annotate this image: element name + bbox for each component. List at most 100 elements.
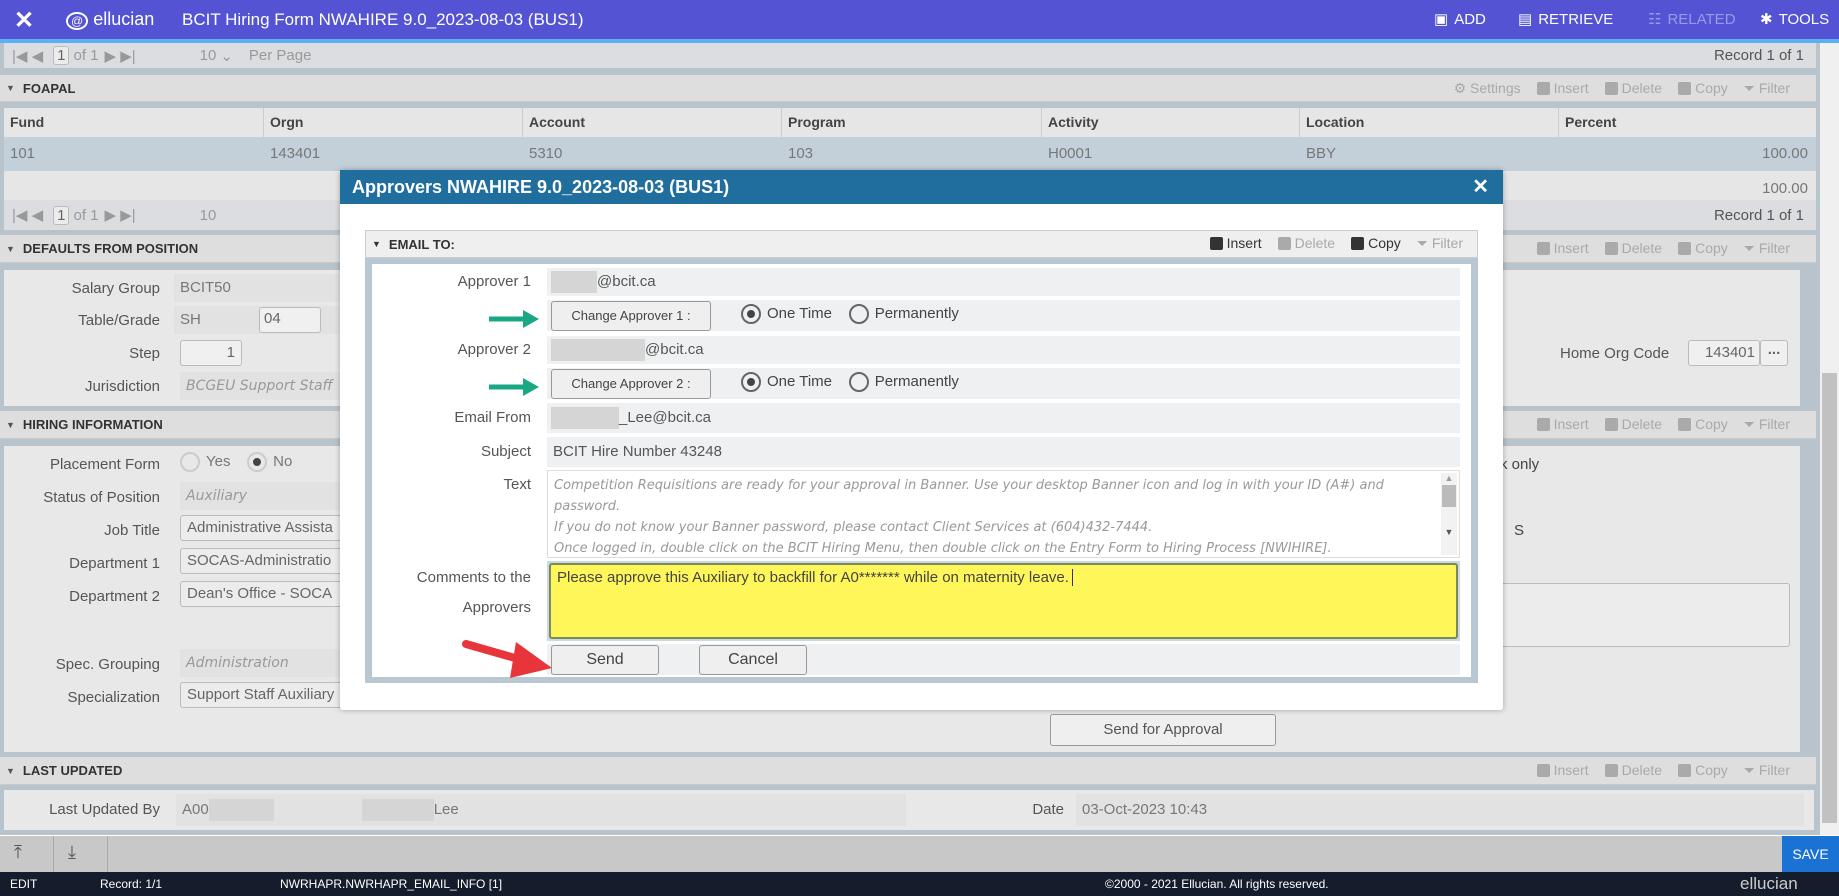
collapse-icon[interactable]: ▼ [372, 239, 381, 249]
home-org-input[interactable]: 143401 [1688, 340, 1760, 366]
permanently-radio[interactable] [848, 372, 869, 392]
filter-button[interactable]: ⏷ Filter [1744, 762, 1790, 779]
notes-textarea[interactable] [1500, 583, 1790, 647]
filter-button[interactable]: ⏷ Filter [1744, 416, 1790, 433]
copy-button[interactable]: Copy [1351, 235, 1401, 252]
block-name: NWRHAPR.NWRHAPR_EMAIL_INFO [1] [280, 877, 503, 891]
ellucian-logo: @ ellucian [66, 9, 154, 30]
copy-button[interactable]: Copy [1678, 240, 1728, 257]
first-record-icon[interactable]: ⤒ [14, 842, 22, 863]
text-textarea[interactable]: Competition Requisitions are ready for y… [547, 470, 1460, 558]
last-record-icon[interactable]: ⤓ [68, 842, 76, 863]
scroll-up-icon[interactable]: ▲ [1441, 473, 1457, 483]
yes-label: Yes [206, 452, 231, 470]
last-updated-section-header[interactable]: ▼ LAST UPDATED Insert Delete Copy ⏷ Filter [0, 757, 1816, 785]
comments-textarea[interactable]: Please approve this Auxiliary to backfil… [549, 563, 1458, 639]
one-time-radio[interactable] [741, 304, 761, 324]
email-to-header[interactable]: ▼ EMAIL TO: Insert Delete Copy ⏷ Filter [365, 230, 1478, 258]
per-page-label: Per Page [248, 47, 312, 64]
specialization-input[interactable]: Support Staff Auxiliary [180, 682, 350, 708]
send-for-approval-button[interactable]: Send for Approval [1050, 714, 1276, 746]
column-header[interactable]: Activity [1042, 108, 1300, 137]
pager-next-icon[interactable]: ▶ ▶| [105, 206, 136, 224]
page-input[interactable]: 1 [53, 205, 70, 225]
insert-button[interactable]: Insert [1536, 240, 1589, 257]
add-button[interactable]: ▣ ADD [1434, 10, 1486, 29]
job-title-input[interactable]: Administrative Assista [180, 515, 350, 541]
change-approver2-button[interactable]: Change Approver 2 : [551, 369, 711, 399]
close-icon[interactable]: ✕ [1472, 170, 1489, 204]
retrieve-button[interactable]: ▤ RETRIEVE [1518, 10, 1613, 29]
column-header[interactable]: Orgn [264, 108, 523, 137]
permanently-radio[interactable] [848, 304, 869, 324]
insert-button[interactable]: Insert [1209, 235, 1262, 252]
pager-first-icon[interactable]: |◀ ◀ [12, 47, 43, 65]
collapse-icon[interactable]: ▼ [6, 766, 15, 776]
close-icon[interactable]: ✕ [14, 6, 34, 35]
delete-button[interactable]: Delete [1277, 235, 1335, 252]
insert-button[interactable]: Insert [1536, 762, 1589, 779]
lookup-button[interactable]: ... [1760, 340, 1788, 366]
column-header[interactable]: Location [1300, 108, 1559, 137]
copy-button[interactable]: Copy [1678, 416, 1728, 433]
delete-button[interactable]: Delete [1604, 80, 1662, 97]
per-page-select[interactable]: 10 [200, 47, 217, 64]
page-input[interactable]: 1 [53, 46, 70, 65]
grade-input[interactable]: 04 [259, 307, 321, 333]
cell-orgn: 143401 [270, 145, 321, 162]
collapse-icon[interactable]: ▼ [6, 244, 15, 254]
text-scrollbar[interactable]: ▲ ▼ [1441, 473, 1457, 555]
tools-button[interactable]: ✱ TOOLS [1760, 10, 1829, 29]
foapal-section-header[interactable]: ▼ FOAPAL ⚙ Settings Insert Delete Copy ⏷ Filt… [0, 75, 1816, 102]
related-button[interactable]: ☷ RELATED [1648, 10, 1736, 29]
section-title: LAST UPDATED [22, 763, 123, 778]
scrollbar-thumb[interactable] [1822, 373, 1837, 823]
step-input[interactable]: 1 [180, 340, 242, 366]
delete-button[interactable]: Delete [1604, 240, 1662, 257]
scrollbar-thumb[interactable] [1442, 485, 1456, 507]
save-button[interactable]: SAVE [1782, 836, 1839, 873]
dept1-input[interactable]: SOCAS-Administratio [180, 548, 350, 574]
section-title: EMAIL TO: [388, 236, 455, 252]
status-value: Auxiliary [180, 482, 350, 510]
one-time-radio[interactable] [741, 372, 761, 392]
pager-first-icon[interactable]: |◀ ◀ [12, 206, 43, 224]
cancel-button[interactable]: Cancel [699, 645, 807, 675]
annotation-arrow-red [462, 640, 552, 678]
collapse-icon[interactable]: ▼ [6, 420, 15, 430]
page-scrollbar[interactable] [1820, 43, 1839, 835]
insert-button[interactable]: Insert [1536, 416, 1589, 433]
filter-button[interactable]: ⏷ Filter [1417, 235, 1463, 252]
column-header[interactable]: Fund [4, 108, 264, 137]
column-header[interactable]: Percent [1559, 108, 1816, 137]
change-approver1-button[interactable]: Change Approver 1 : [551, 301, 711, 331]
dept1-label: Department 1 [69, 555, 160, 572]
per-page-select[interactable]: 10 [200, 207, 217, 224]
no-radio[interactable] [247, 452, 268, 472]
filter-button[interactable]: ⏷ Filter [1744, 240, 1790, 257]
copy-button[interactable]: Copy [1678, 762, 1728, 779]
placement-radio-group: Yes No [180, 452, 292, 472]
annotation-arrows-green [489, 310, 539, 396]
email-from-field: _Lee@bcit.ca [547, 403, 1460, 433]
filter-button[interactable]: ⏷ Filter [1744, 80, 1790, 97]
insert-button[interactable]: Insert [1536, 80, 1589, 97]
send-button[interactable]: Send [551, 645, 659, 675]
dept2-input[interactable]: Dean's Office - SOCA [180, 581, 350, 607]
pager-next-icon[interactable]: ▶ ▶| [105, 47, 136, 65]
delete-button[interactable]: Delete [1604, 416, 1662, 433]
settings-button[interactable]: ⚙ Settings [1454, 80, 1521, 97]
text-line: password. [554, 499, 621, 514]
last-updated-id: A00 [182, 801, 209, 818]
column-header[interactable]: Program [782, 108, 1042, 137]
copy-button[interactable]: Copy [1678, 80, 1728, 97]
yes-radio[interactable] [180, 452, 200, 472]
record-count: Record 1 of 1 [1713, 47, 1804, 64]
table-row[interactable]: 101 143401 5310 103 H0001 BBY 100.00 [4, 137, 1816, 171]
cell-fund: 101 [10, 145, 36, 162]
collapse-icon[interactable]: ▼ [6, 83, 15, 93]
page-title: BCIT Hiring Form NWAHIRE 9.0_2023-08-03 … [182, 10, 584, 29]
scroll-down-icon[interactable]: ▼ [1441, 527, 1457, 537]
delete-button[interactable]: Delete [1604, 762, 1662, 779]
column-header[interactable]: Account [523, 108, 782, 137]
